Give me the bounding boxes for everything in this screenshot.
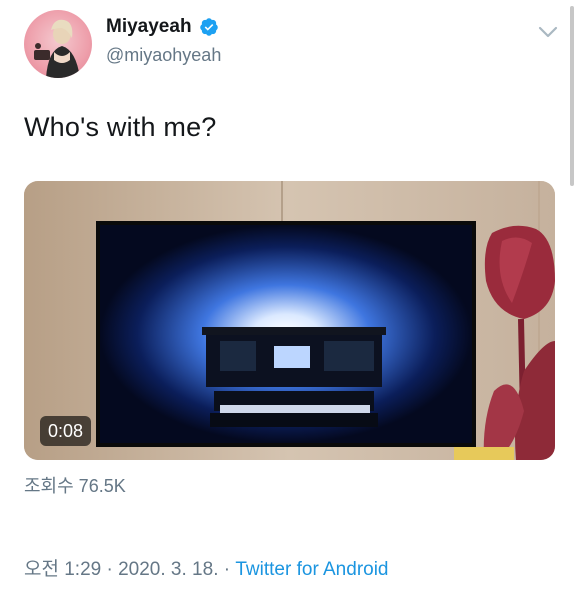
avatar[interactable]: [24, 10, 92, 78]
meta-separator: ·: [218, 559, 236, 580]
tweet-text: Who's with me?: [24, 112, 217, 142]
tweet-date[interactable]: 2020. 3. 18.: [118, 559, 218, 580]
video-player[interactable]: [24, 181, 555, 460]
tweet-time[interactable]: 오전 1:29: [24, 559, 101, 580]
user-handle[interactable]: @miyaohyeah: [106, 45, 221, 66]
tweet-source-link[interactable]: Twitter for Android: [235, 559, 388, 580]
meta-separator: ·: [101, 559, 119, 580]
video-duration-badge: 0:08: [40, 416, 92, 446]
view-count: 조회수 76.5K: [24, 476, 126, 496]
verified-badge-icon: [199, 17, 219, 37]
display-name[interactable]: Miyayeah: [106, 16, 219, 38]
avatar-image: [34, 19, 80, 78]
scrollbar[interactable]: [570, 6, 574, 186]
video-thumbnail: [24, 181, 555, 460]
tweet-detail: Miyayeah @miyaohyeah Who's with me? 0:08…: [0, 0, 580, 593]
tweet-menu-button[interactable]: [534, 18, 562, 46]
tweet-metadata: 오전 1:29 · 2020. 3. 18. · Twitter for And…: [24, 554, 389, 581]
display-name-text[interactable]: Miyayeah: [106, 16, 192, 38]
chevron-down-icon: [538, 26, 558, 38]
